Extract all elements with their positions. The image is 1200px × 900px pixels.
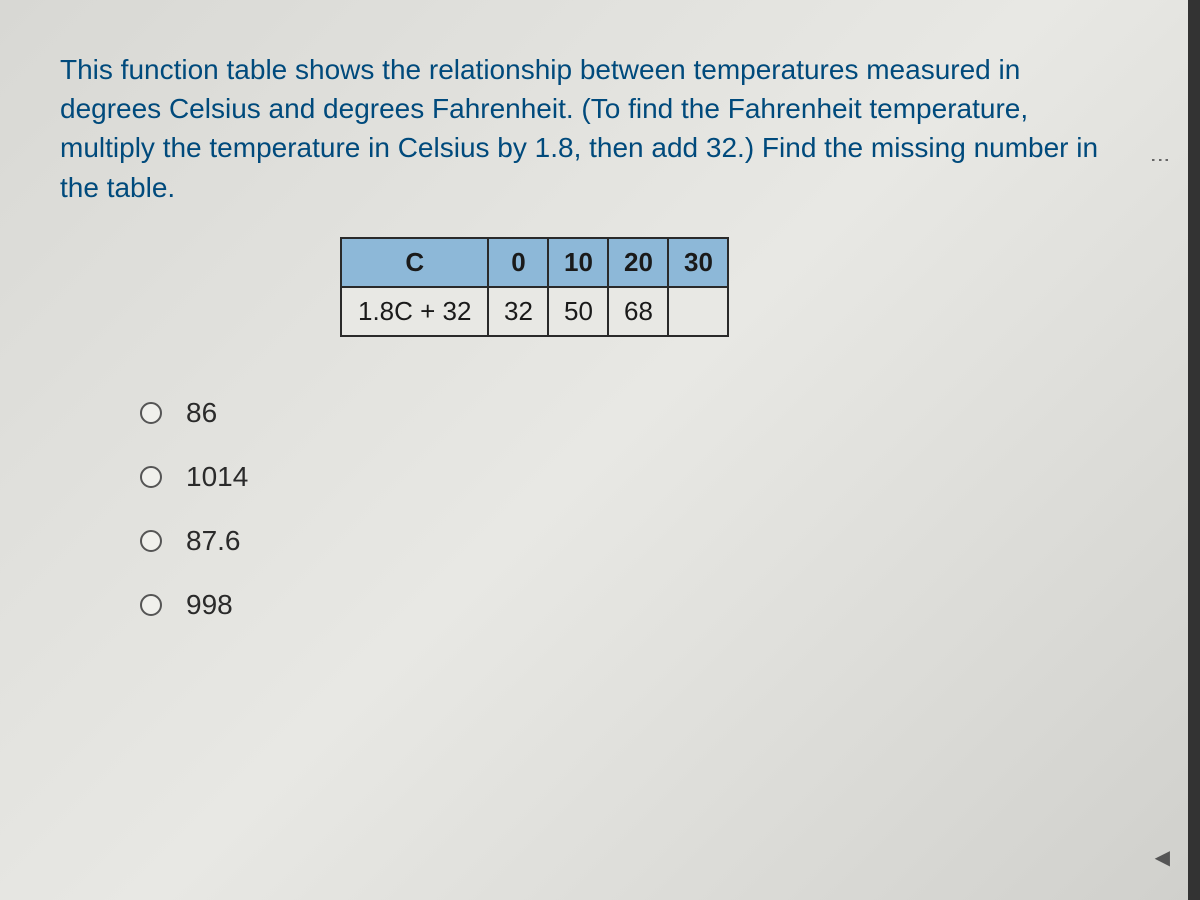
option-b[interactable]: 1014 [140,461,1140,493]
table-value-1: 50 [548,287,608,336]
answer-options: 86 1014 87.6 998 [140,397,1140,621]
screen-edge [1188,0,1200,900]
question-text: This function table shows the relationsh… [60,50,1110,207]
table-value-2: 68 [608,287,668,336]
table-header-c2: 20 [608,238,668,287]
menu-dots-icon[interactable]: ⋮ [1148,150,1172,172]
option-d[interactable]: 998 [140,589,1140,621]
table-formula-label: 1.8C + 32 [341,287,488,336]
radio-icon [140,594,162,616]
radio-icon [140,402,162,424]
option-a-label: 86 [186,397,217,429]
table-header-label: C [341,238,488,287]
option-a[interactable]: 86 [140,397,1140,429]
option-c-label: 87.6 [186,525,241,557]
back-arrow-icon[interactable]: ◀ [1155,845,1170,870]
table-value-0: 32 [488,287,548,336]
option-b-label: 1014 [186,461,248,493]
radio-icon [140,466,162,488]
option-d-label: 998 [186,589,233,621]
table-header-c0: 0 [488,238,548,287]
table-value-missing [668,287,728,336]
table-header-c1: 10 [548,238,608,287]
table-header-c3: 30 [668,238,728,287]
option-c[interactable]: 87.6 [140,525,1140,557]
radio-icon [140,530,162,552]
function-table: C 0 10 20 30 1.8C + 32 32 50 68 [340,237,1140,337]
